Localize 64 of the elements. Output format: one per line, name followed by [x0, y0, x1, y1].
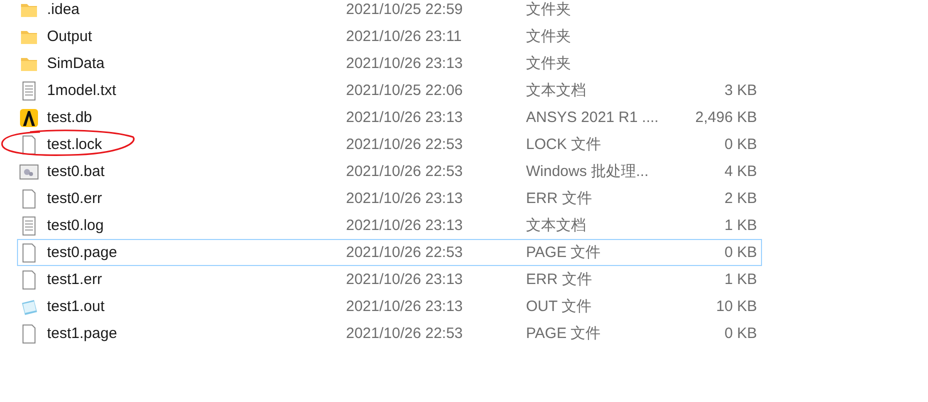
file-type: PAGE 文件	[526, 243, 601, 262]
file-name: test0.bat	[47, 163, 105, 180]
modified-date: 2021/10/26 23:13	[346, 109, 463, 126]
file-size: 0 KB	[724, 325, 757, 342]
file-row[interactable]: 1model.txt 2021/10/25 22:06 文本文档 3 KB	[17, 77, 762, 104]
file-row[interactable]: test0.bat 2021/10/26 22:53 Windows 批处理... 4 KB	[17, 158, 762, 185]
modified-date: 2021/10/26 22:53	[346, 136, 463, 153]
modified-date: 2021/10/26 22:53	[346, 244, 463, 261]
file-type: PAGE 文件	[526, 324, 601, 343]
file-size: 4 KB	[724, 163, 757, 180]
file-name: test1.out	[47, 298, 105, 315]
file-type: OUT 文件	[526, 297, 592, 316]
file-size: 2 KB	[724, 190, 757, 207]
file-size: 3 KB	[724, 82, 757, 99]
file-name: Output	[47, 28, 92, 45]
file-row[interactable]: test0.page 2021/10/26 22:53 PAGE 文件 0 KB	[17, 239, 762, 266]
modified-date: 2021/10/25 22:06	[346, 82, 463, 99]
file-name: test1.page	[47, 325, 118, 342]
app-icon	[19, 108, 39, 128]
modified-date: 2021/10/26 23:13	[346, 271, 463, 288]
file-type: 文件夹	[526, 0, 571, 19]
file-size: 0 KB	[724, 244, 757, 261]
file-size: 0 KB	[724, 136, 757, 153]
file-name: SimData	[47, 55, 105, 72]
file-row[interactable]: test1.page 2021/10/26 22:53 PAGE 文件 0 KB	[17, 320, 762, 347]
gear-window-icon	[19, 162, 39, 182]
file-row[interactable]: test0.err 2021/10/26 23:13 ERR 文件 2 KB	[17, 185, 762, 212]
file-name: test0.page	[47, 244, 118, 261]
modified-date: 2021/10/26 23:11	[346, 28, 462, 45]
file-name: .idea	[47, 1, 80, 18]
file-type: LOCK 文件	[526, 135, 602, 154]
file-size: 1 KB	[724, 217, 757, 234]
file-type: 文件夹	[526, 54, 571, 73]
file-type: 文本文档	[526, 81, 586, 100]
file-row[interactable]: .idea 2021/10/25 22:59 文件夹	[17, 0, 762, 23]
modified-date: 2021/10/26 22:53	[346, 325, 463, 342]
file-name: test.lock	[47, 136, 102, 153]
file-size: 1 KB	[724, 271, 757, 288]
modified-date: 2021/10/26 23:13	[346, 217, 463, 234]
file-name: test1.err	[47, 271, 102, 288]
file-row[interactable]: test.db 2021/10/26 23:13 ANSYS 2021 R1 .... 2,496 KB	[17, 104, 762, 131]
file-type: Windows 批处理...	[526, 162, 649, 181]
file-row[interactable]: test1.out 2021/10/26 23:13 OUT 文件 10 KB	[17, 293, 762, 320]
file-row[interactable]: Output 2021/10/26 23:11 文件夹	[17, 23, 762, 50]
file-type: ERR 文件	[526, 270, 592, 289]
file-name: test0.err	[47, 190, 102, 207]
file-size: 10 KB	[716, 298, 757, 315]
file-name: test.db	[47, 109, 92, 126]
file-row[interactable]: test1.err 2021/10/26 23:13 ERR 文件 1 KB	[17, 266, 762, 293]
file-type: ERR 文件	[526, 189, 592, 208]
file-type: 文件夹	[526, 27, 571, 46]
modified-date: 2021/10/25 22:59	[346, 1, 463, 18]
modified-date: 2021/10/26 22:53	[346, 163, 463, 180]
modified-date: 2021/10/26 23:13	[346, 298, 463, 315]
modified-date: 2021/10/26 23:13	[346, 190, 463, 207]
file-size: 2,496 KB	[695, 109, 757, 126]
modified-date: 2021/10/26 23:13	[346, 55, 463, 72]
file-type: ANSYS 2021 R1 ....	[526, 109, 659, 126]
file-name: test0.log	[47, 217, 104, 234]
file-name: 1model.txt	[47, 82, 116, 99]
file-type: 文本文档	[526, 216, 586, 235]
file-row[interactable]: SimData 2021/10/26 23:13 文件夹	[17, 50, 762, 77]
file-row[interactable]: test.lock 2021/10/26 22:53 LOCK 文件 0 KB	[17, 131, 762, 158]
file-row[interactable]: test0.log 2021/10/26 23:13 文本文档 1 KB	[17, 212, 762, 239]
